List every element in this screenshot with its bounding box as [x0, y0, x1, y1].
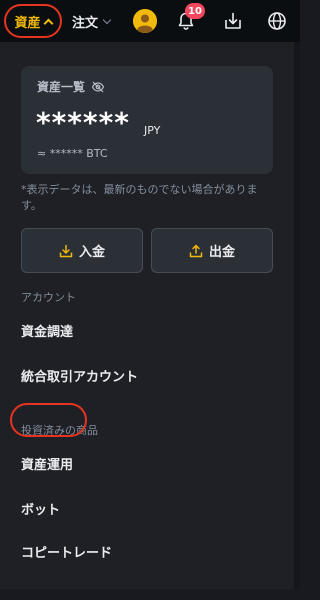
globe-icon [268, 12, 286, 30]
menu-item-unified-trading-account[interactable]: 統合取引アカウント [21, 366, 138, 385]
top-nav-bar: 資産 注文 10 [0, 0, 300, 42]
language-button[interactable] [265, 9, 289, 33]
avatar[interactable] [133, 9, 157, 33]
user-avatar-icon [133, 9, 157, 33]
page-background-bottom [0, 589, 300, 600]
assets-dropdown-panel: 資産一覧 ****** JPY ≈ ****** BTC *表示データは、最新の… [0, 42, 300, 600]
balance-currency: JPY [144, 124, 161, 137]
deposit-icon [59, 244, 73, 257]
assets-menu-button[interactable]: 資産 [4, 4, 62, 38]
menu-item-funding[interactable]: 資金調達 [21, 321, 73, 340]
panel-scroll-edge [294, 42, 300, 600]
withdraw-icon [189, 244, 203, 257]
deposit-label: 入金 [78, 245, 105, 260]
balance-card: 資産一覧 ****** JPY ≈ ****** BTC [21, 66, 273, 174]
notification-count-badge: 10 [185, 3, 205, 19]
chevron-up-icon [43, 18, 53, 28]
withdraw-button[interactable]: 出金 [151, 228, 273, 273]
balance-btc-equivalent: ≈ ****** BTC [37, 147, 108, 160]
withdraw-label: 出金 [208, 245, 235, 260]
menu-item-earn[interactable]: 資産運用 [21, 454, 73, 473]
menu-item-copy-trading[interactable]: コピートレード [21, 542, 112, 561]
orders-menu-button[interactable]: 注文 [72, 11, 112, 31]
eye-off-icon[interactable] [91, 81, 105, 93]
assets-menu-label: 資産 [14, 15, 41, 31]
highlight-ring [10, 403, 87, 437]
balance-title: 資産一覧 [37, 78, 105, 95]
balance-value: ****** [36, 106, 130, 139]
data-notice: *表示データは、最新のものでない場合があります。 [21, 183, 258, 212]
chevron-down-icon [102, 15, 112, 24]
deposit-button[interactable]: 入金 [21, 228, 143, 273]
balance-title-label: 資産一覧 [37, 80, 86, 94]
download-button[interactable] [221, 9, 245, 33]
section-account-label: アカウント [21, 291, 76, 304]
menu-item-bots[interactable]: ボット [21, 499, 60, 518]
download-icon [225, 12, 241, 29]
orders-menu-label: 注文 [72, 15, 99, 31]
